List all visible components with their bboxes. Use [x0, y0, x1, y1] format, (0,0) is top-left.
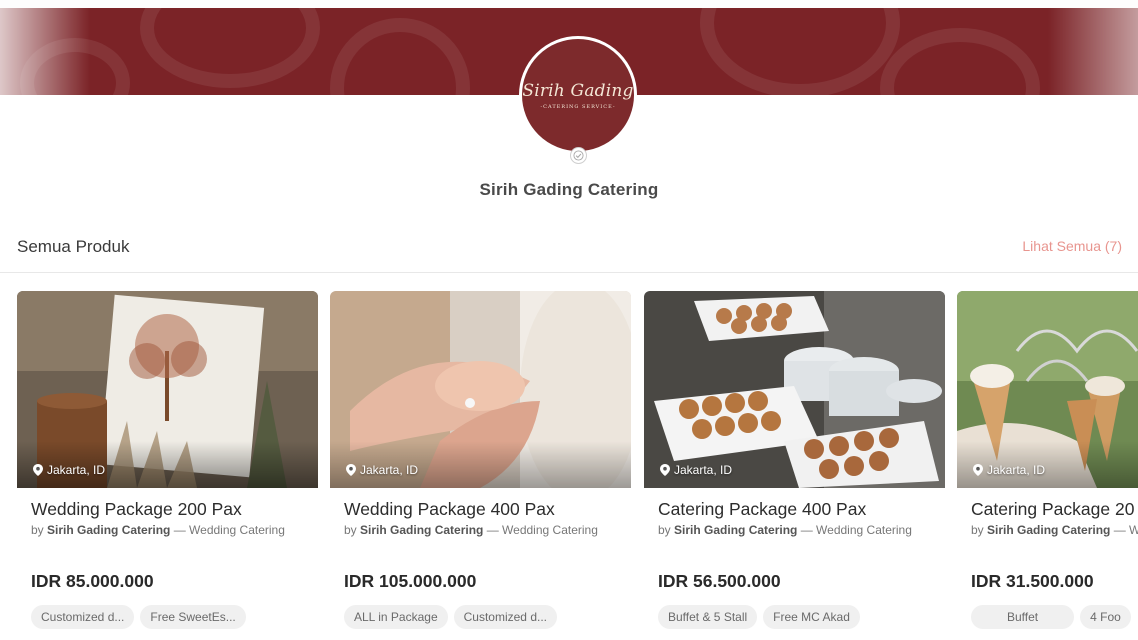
map-pin-icon [660, 464, 670, 476]
verified-badge-icon [570, 147, 587, 164]
product-category: — Wedding Catering [797, 523, 912, 537]
location-text: Jakarta, ID [360, 463, 419, 477]
product-card[interactable]: Jakarta, ID Wedding Package 400 Pax by S… [330, 291, 631, 640]
product-category: — Wedding Catering [170, 523, 285, 537]
product-location: Jakarta, ID [973, 463, 1045, 477]
product-tag: Buffet & 5 Stall [658, 605, 758, 629]
product-title[interactable]: Catering Package 400 Pax [658, 499, 866, 520]
product-category: — W [1110, 523, 1138, 537]
byline-prefix: by [344, 523, 361, 537]
vendor-link[interactable]: Sirih Gading Catering [47, 523, 170, 537]
product-tag: Buffet [971, 605, 1075, 629]
product-byline: by Sirih Gading Catering — Wedding Cater… [31, 523, 285, 537]
product-byline: by Sirih Gading Catering — Wedding Cater… [658, 523, 912, 537]
product-tags: Customized d... Free SweetEs... [31, 605, 246, 629]
see-all-link[interactable]: Lihat Semua (7) [1022, 238, 1122, 254]
product-tag: 4 Foo [1080, 605, 1131, 629]
byline-prefix: by [658, 523, 675, 537]
product-tags: Buffet 4 Foo [971, 605, 1131, 629]
vendor-link[interactable]: Sirih Gading Catering [987, 523, 1110, 537]
product-title[interactable]: Wedding Package 200 Pax [31, 499, 242, 520]
map-pin-icon [973, 464, 983, 476]
product-tag: ALL in Package [344, 605, 448, 629]
product-list: Jakarta, ID Wedding Package 200 Pax by S… [17, 291, 1138, 640]
product-tag: Free MC Akad [763, 605, 860, 629]
product-location: Jakarta, ID [33, 463, 105, 477]
product-tag: Customized d... [453, 605, 557, 629]
product-location: Jakarta, ID [660, 463, 732, 477]
product-tags: Buffet & 5 Stall Free MC Akad [658, 605, 860, 629]
product-price: IDR 31.500.000 [971, 571, 1094, 591]
location-text: Jakarta, ID [674, 463, 733, 477]
product-card[interactable]: Jakarta, ID Catering Package 400 Pax by … [644, 291, 945, 640]
location-text: Jakarta, ID [47, 463, 106, 477]
product-image[interactable] [330, 291, 631, 488]
product-image[interactable] [644, 291, 945, 488]
map-pin-icon [346, 464, 356, 476]
vendor-link[interactable]: Sirih Gading Catering [360, 523, 483, 537]
product-byline: by Sirih Gading Catering — Wedding Cater… [344, 523, 598, 537]
product-location: Jakarta, ID [346, 463, 418, 477]
product-price: IDR 56.500.000 [658, 571, 781, 591]
divider [0, 272, 1138, 273]
product-price: IDR 105.000.000 [344, 571, 477, 591]
vendor-link[interactable]: Sirih Gading Catering [674, 523, 797, 537]
vendor-name: Sirih Gading Catering [479, 180, 659, 199]
logo-script-text: Sirih Gading [522, 80, 634, 101]
product-card[interactable]: Jakarta, ID Wedding Package 200 Pax by S… [17, 291, 318, 640]
product-tag: Customized d... [31, 605, 135, 629]
section-title: Semua Produk [17, 237, 130, 256]
product-title[interactable]: Catering Package 20 [971, 499, 1134, 520]
product-image[interactable] [17, 291, 318, 488]
logo-subtitle: -CATERING SERVICE- [540, 103, 616, 110]
location-text: Jakarta, ID [987, 463, 1046, 477]
map-pin-icon [33, 464, 43, 476]
product-tags: ALL in Package Customized d... [344, 605, 557, 629]
product-price: IDR 85.000.000 [31, 571, 154, 591]
product-card[interactable]: Jakarta, ID Catering Package 20 by Sirih… [957, 291, 1138, 640]
product-byline: by Sirih Gading Catering — W [971, 523, 1138, 537]
product-category: — Wedding Catering [483, 523, 598, 537]
vendor-logo: Sirih Gading -CATERING SERVICE- [519, 36, 637, 154]
product-tag: Free SweetEs... [140, 605, 246, 629]
byline-prefix: by [971, 523, 988, 537]
product-image[interactable] [957, 291, 1138, 488]
product-title[interactable]: Wedding Package 400 Pax [344, 499, 555, 520]
top-bar [0, 0, 1138, 8]
byline-prefix: by [31, 523, 48, 537]
